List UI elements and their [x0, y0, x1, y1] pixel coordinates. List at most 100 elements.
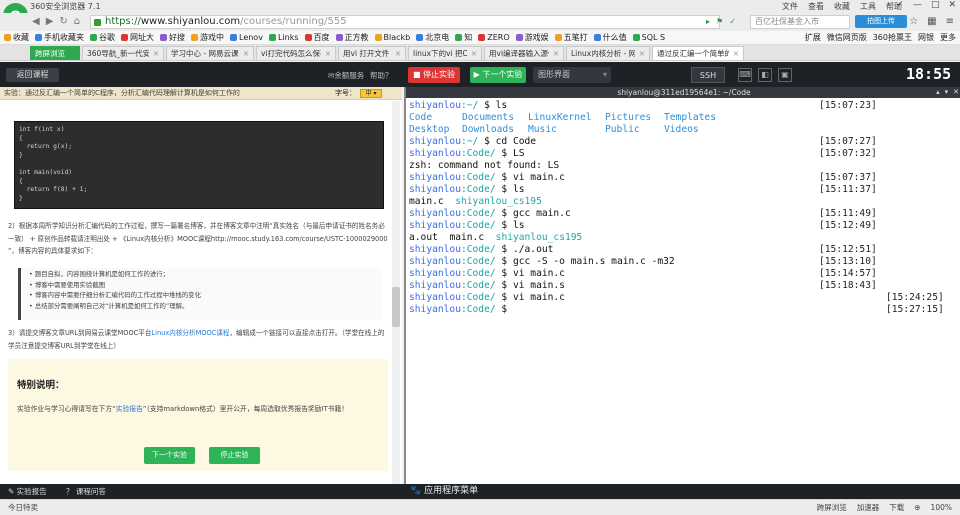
- address-bar: ◀ ▶ ↻ ⌂ https://www.shiyanlou.com/course…: [0, 13, 960, 31]
- tab-label: linux下的vi 把C程序代: [413, 49, 467, 58]
- browser-tab[interactable]: 用vi 打开文件 进行修改 ×: [338, 46, 406, 60]
- tab-close-icon[interactable]: ×: [325, 47, 331, 60]
- home-icon[interactable]: ⌂: [74, 16, 80, 27]
- course-qa-button[interactable]: ？ 课程问答: [66, 484, 106, 499]
- help-link[interactable]: 帮助？: [370, 70, 393, 81]
- menu-tools[interactable]: 工具: [860, 1, 876, 12]
- stop-experiment-button[interactable]: ■ 停止实验: [408, 67, 460, 83]
- split-view-icon[interactable]: ◧: [758, 68, 772, 82]
- bookmark-item[interactable]: 游戏娱: [515, 32, 549, 43]
- bookmark-item[interactable]: Links: [268, 33, 299, 42]
- next-experiment-button[interactable]: ▶ 下一个实验: [470, 67, 526, 83]
- back-icon[interactable]: ◀: [32, 16, 40, 27]
- experiment-report-link[interactable]: 实验报告: [116, 405, 143, 413]
- bookmark-item[interactable]: 好搜: [160, 32, 185, 43]
- grid-icon[interactable]: ▦: [927, 16, 936, 27]
- download-button[interactable]: 下载: [889, 500, 904, 515]
- minimize-button[interactable]: —: [913, 0, 922, 10]
- browser-tab[interactable]: Linux内核分析 - 网易云 ×: [566, 46, 650, 60]
- terminal-close-icon[interactable]: ✕: [953, 87, 959, 98]
- photo-upload-button[interactable]: 拍图上传: [855, 15, 907, 28]
- terminal-scroll-down-icon[interactable]: ▾: [945, 87, 949, 98]
- stop-experiment-button-2[interactable]: 停止实验: [209, 447, 260, 464]
- bookmark-item[interactable]: 北京电: [416, 32, 449, 43]
- tab-close-icon[interactable]: ×: [153, 47, 159, 60]
- bookmark-item[interactable]: ZERO: [478, 33, 510, 42]
- doc-scrollbar-thumb[interactable]: [392, 287, 400, 327]
- menu-favorites[interactable]: 收藏: [834, 1, 850, 12]
- list-item: 博客中需要使用实验截图: [29, 280, 374, 291]
- browser-tab[interactable]: 用vi编译器输入源代码 ×: [484, 46, 564, 60]
- maximize-button[interactable]: □: [931, 0, 940, 10]
- daily-deals-link[interactable]: 今日特卖: [8, 500, 38, 515]
- tab-close-icon[interactable]: ×: [395, 47, 401, 60]
- bookmark-item[interactable]: 网址大: [121, 32, 154, 43]
- tab-strip: 跨屏浏览360导航_新一代安全上×学习中心 - 网易云课堂×vi打完代码怎么保存…: [0, 45, 960, 61]
- tab-close-icon[interactable]: ×: [639, 47, 645, 60]
- bookmark-item[interactable]: 什么值: [593, 32, 627, 43]
- flag-icon[interactable]: ⚑: [716, 17, 723, 26]
- bookmark-item[interactable]: 游戏中: [191, 32, 224, 43]
- experiment-report-button[interactable]: ✎ 实验报告: [8, 484, 47, 499]
- tab-label: 用vi编译器输入源代码: [489, 49, 549, 58]
- bookmark-item[interactable]: 正方教: [335, 32, 369, 43]
- terminal-window[interactable]: shiyanlou@311ed19564e1: ~/Code ▴ ▾ ✕ shi…: [404, 87, 960, 484]
- code-line: }: [19, 194, 23, 202]
- close-window-button[interactable]: ✕: [948, 0, 956, 10]
- browser-tab[interactable]: linux下的vi 把C程序代 ×: [408, 46, 482, 60]
- browser-tab[interactable]: 通过反汇编一个简单的C ×: [652, 46, 744, 60]
- bookmark-right-item[interactable]: 360抢票王: [873, 32, 912, 43]
- bookmark-right-item[interactable]: 微信网页版: [827, 32, 867, 43]
- browser-tab[interactable]: 跨屏浏览: [30, 46, 80, 60]
- bookmark-item[interactable]: 知: [455, 32, 472, 43]
- bookmark-right-item[interactable]: 网银: [918, 32, 934, 43]
- url-host: www.shiyanlou.com: [140, 16, 241, 27]
- support-link[interactable]: ✉余额服务: [328, 70, 364, 81]
- terminal-scroll-up-icon[interactable]: ▴: [936, 87, 940, 98]
- mooc-course-link[interactable]: Linux内核分析MOOC课程: [151, 329, 229, 337]
- bookmark-right-item[interactable]: 扩展: [805, 32, 821, 43]
- bookmark-item[interactable]: 百度: [304, 32, 330, 43]
- applications-menu-button[interactable]: 🐾 应用程序菜单: [404, 484, 960, 499]
- skin-icon[interactable]: ✓: [896, 0, 904, 10]
- browser-tab[interactable]: 学习中心 - 网易云课堂 ×: [166, 46, 254, 60]
- tab-close-icon[interactable]: ×: [471, 47, 477, 60]
- refresh-icon[interactable]: ↻: [59, 16, 67, 27]
- cross-screen-button[interactable]: 跨屏浏览: [817, 500, 847, 515]
- ssh-button[interactable]: SSH: [691, 67, 725, 83]
- directory-entry: Pictures: [605, 112, 652, 123]
- tab-close-icon[interactable]: ×: [243, 47, 249, 60]
- star-icon[interactable]: ☆: [909, 16, 918, 27]
- fullscreen-icon[interactable]: ▣: [778, 68, 792, 82]
- bookmark-item[interactable]: SQL S: [632, 33, 665, 42]
- check-icon[interactable]: ✓: [729, 17, 736, 26]
- interface-select[interactable]: 图形界面 ▾: [533, 67, 611, 83]
- bookmark-item[interactable]: 谷歌: [90, 32, 115, 43]
- browser-tab[interactable]: 360导航_新一代安全上 ×: [82, 46, 164, 60]
- menu-file[interactable]: 文件: [782, 1, 798, 12]
- browser-tab[interactable]: vi打完代码怎么保存_百 ×: [256, 46, 336, 60]
- bookmark-item[interactable]: 手机收藏夹: [35, 32, 84, 43]
- bookmark-right-item[interactable]: 更多: [940, 32, 956, 43]
- tab-close-icon[interactable]: ×: [733, 47, 739, 60]
- keyboard-icon[interactable]: ⌨: [738, 68, 752, 82]
- bookmark-item[interactable]: 收藏: [4, 32, 29, 43]
- zoom-level[interactable]: 100%: [931, 500, 952, 515]
- search-input[interactable]: 百亿社保基金入市: [750, 15, 850, 29]
- font-size-select[interactable]: 中 ▾: [360, 89, 382, 98]
- menu-icon[interactable]: ≡: [946, 16, 954, 27]
- bookmark-item[interactable]: Blackb: [374, 33, 410, 42]
- next-experiment-button-2[interactable]: 下一个实验: [144, 447, 195, 464]
- bookmark-item[interactable]: Lenov: [230, 33, 263, 42]
- bookmark-item[interactable]: 五笔打: [554, 32, 588, 43]
- tab-close-icon[interactable]: ×: [553, 47, 559, 60]
- menu-view[interactable]: 查看: [808, 1, 824, 12]
- list-item: 总结部分需要阐明自己对“计算机是如何工作的”理解。: [29, 301, 374, 312]
- zoom-icon[interactable]: ⊕: [914, 500, 920, 515]
- bookmark-label: 谷歌: [99, 33, 115, 42]
- back-to-course-button[interactable]: 返回课程: [6, 68, 59, 82]
- play-icon[interactable]: ▸: [706, 17, 710, 26]
- forward-icon[interactable]: ▶: [46, 16, 54, 27]
- url-input[interactable]: https://www.shiyanlou.com/courses/runnin…: [90, 15, 720, 29]
- accelerator-button[interactable]: 加速器: [857, 500, 880, 515]
